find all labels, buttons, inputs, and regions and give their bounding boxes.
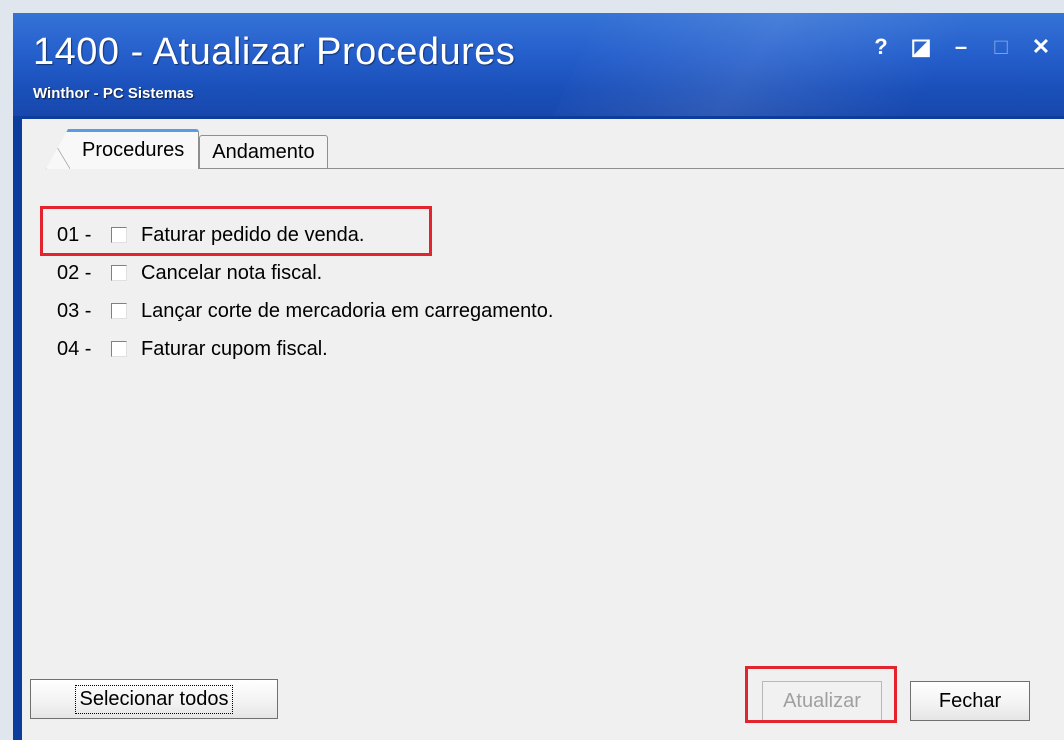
help-icon[interactable]: ? (868, 33, 894, 61)
close-label: Fechar (938, 689, 1002, 712)
tab-bar: Procedures Andamento (46, 127, 328, 169)
procedure-checkbox[interactable] (111, 265, 127, 281)
window-subtitle: Winthor - PC Sistemas (33, 85, 194, 102)
tab-label: Procedures (82, 139, 185, 161)
procedure-label[interactable]: Lançar corte de mercadoria em carregamen… (141, 300, 553, 323)
tab-andamento[interactable]: Andamento (199, 135, 328, 169)
procedure-number: 04 - (57, 337, 92, 360)
client-area: Procedures Andamento 01 - Faturar pedido… (22, 119, 1064, 740)
close-button[interactable]: Fechar (910, 681, 1030, 721)
tab-procedures[interactable]: Procedures (46, 129, 200, 169)
procedure-row: 03 - Lançar corte de mercadoria em carre… (57, 292, 553, 330)
select-all-label: Selecionar todos (74, 684, 234, 714)
tab-label: Andamento (212, 141, 315, 163)
title-buttons: ? ◪ – □ ✕ (868, 33, 1054, 61)
procedure-number: 03 - (57, 299, 92, 322)
window-title: 1400 - Atualizar Procedures (33, 31, 516, 73)
restore-icon[interactable]: ◪ (908, 33, 934, 61)
procedure-row: 02 - Cancelar nota fiscal. (57, 254, 553, 292)
procedure-label[interactable]: Cancelar nota fiscal. (141, 262, 322, 285)
title-bar-shine (526, 13, 1064, 116)
maximize-icon: □ (994, 34, 1008, 59)
highlight-update-button (745, 666, 897, 723)
procedure-checkbox[interactable] (111, 341, 127, 357)
procedure-label[interactable]: Faturar cupom fiscal. (141, 338, 328, 361)
close-icon[interactable]: ✕ (1028, 33, 1054, 61)
procedure-checkbox[interactable] (111, 303, 127, 319)
minimize-icon[interactable]: – (948, 33, 974, 61)
procedure-number: 02 - (57, 261, 92, 284)
select-all-button[interactable]: Selecionar todos (30, 679, 278, 719)
procedure-row: 04 - Faturar cupom fiscal. (57, 330, 553, 368)
app-window: 1400 - Atualizar Procedures Winthor - PC… (13, 13, 1064, 740)
title-bar[interactable]: 1400 - Atualizar Procedures Winthor - PC… (13, 13, 1064, 116)
highlight-first-procedure (40, 206, 432, 256)
